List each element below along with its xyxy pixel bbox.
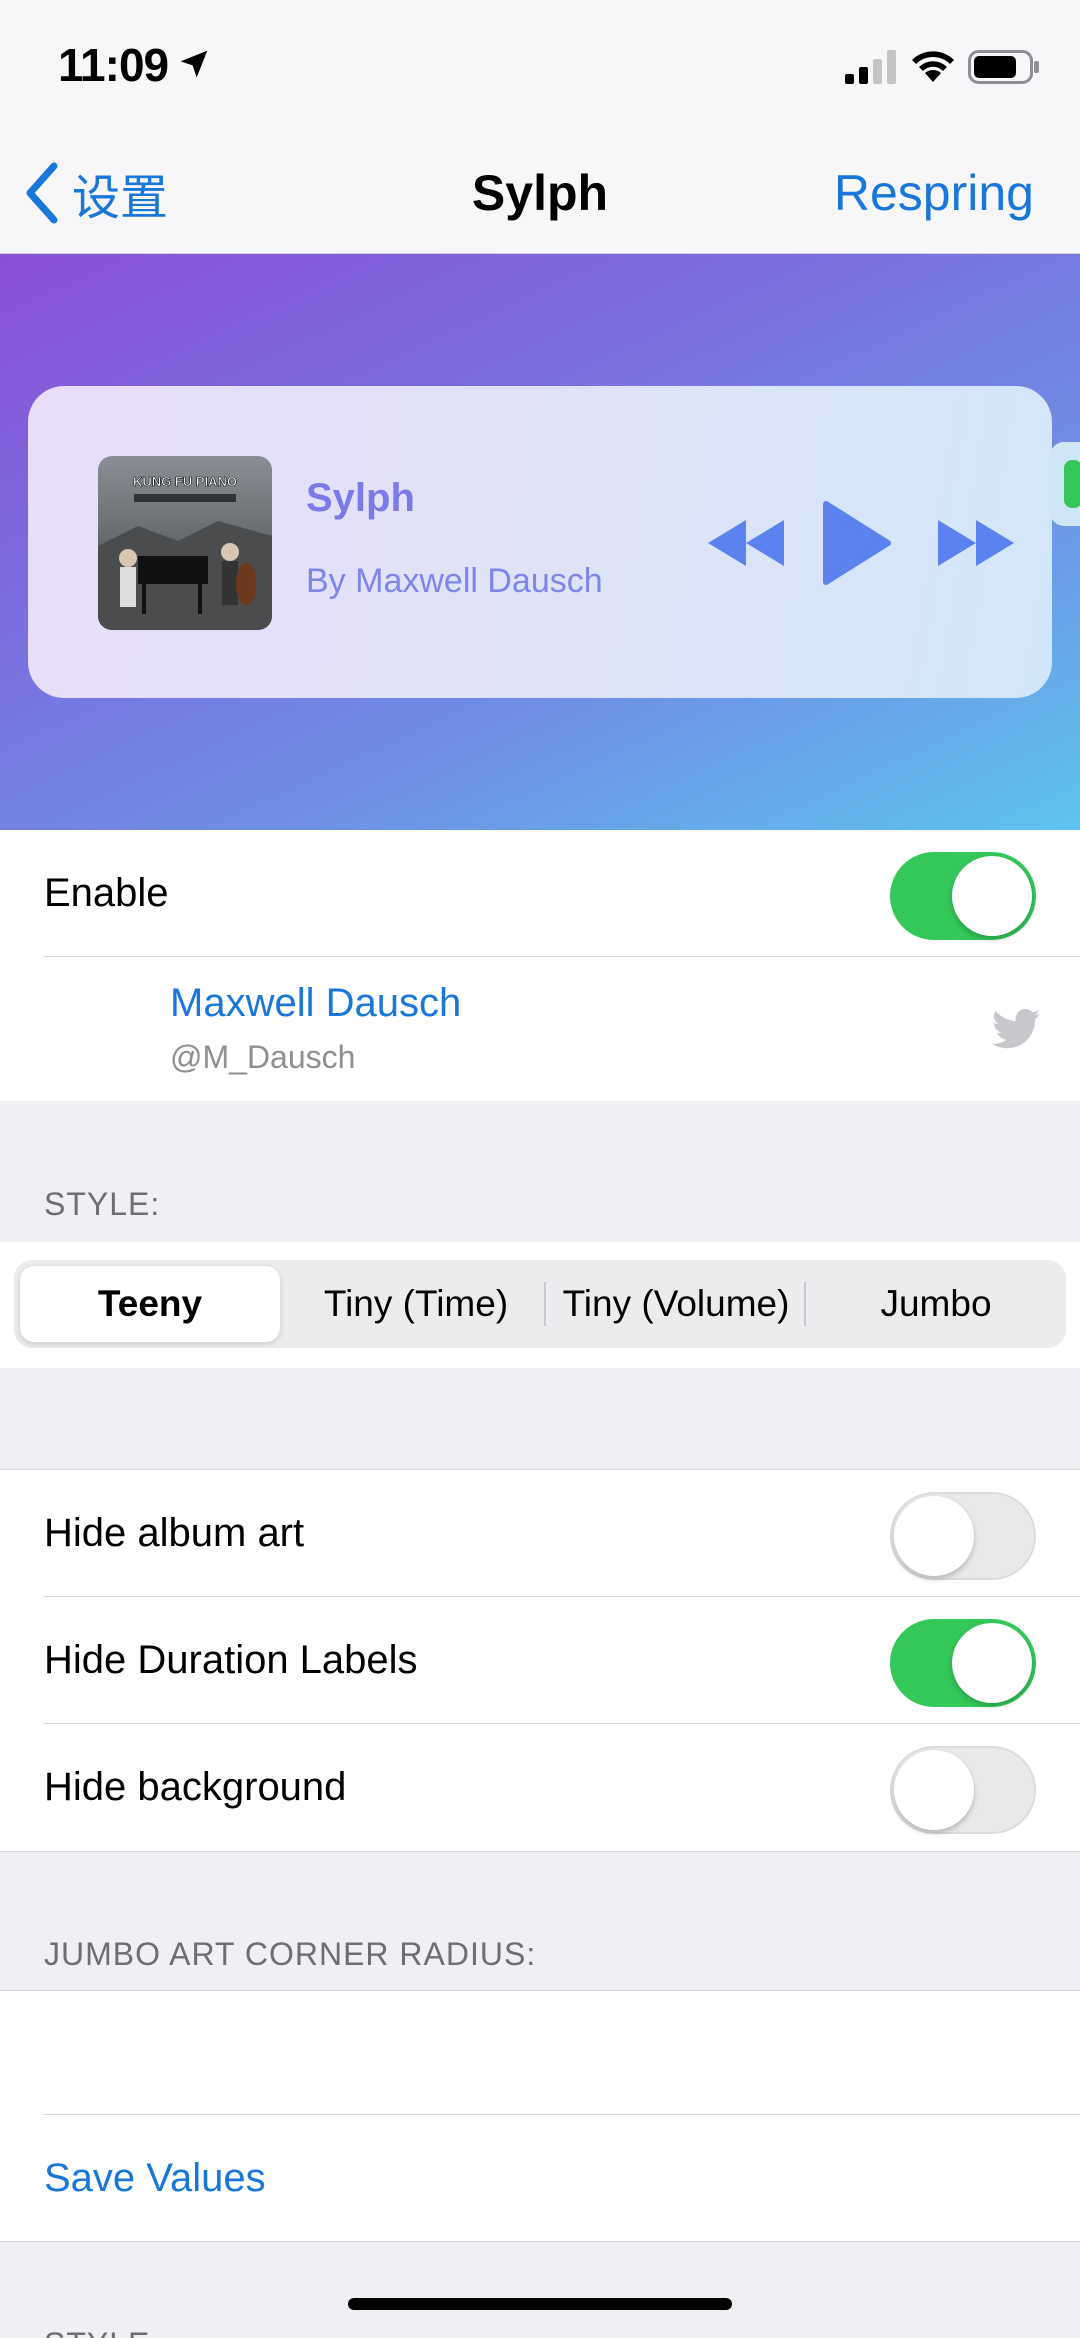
player-preview-card: KUNG FU PIANO Sylph By Maxwell Dausch — [28, 386, 1052, 698]
main-settings-group: Enable Maxwell Dausch @M_Dausch — [0, 830, 1080, 1101]
battery-icon — [968, 50, 1039, 84]
header-banner: KUNG FU PIANO Sylph By Maxwell Dausch — [0, 254, 1080, 830]
style-section-header: STYLE: — [44, 1186, 161, 1222]
hide-background-cell: Hide background — [0, 1724, 1080, 1851]
corner-radius-slider-cell[interactable] — [0, 1991, 1080, 2115]
location-arrow-icon — [180, 50, 208, 78]
author-handle: @M_Dausch — [170, 1039, 356, 1075]
style-segmented-control: Teeny Tiny (Time) Tiny (Volume) Jumbo — [14, 1260, 1066, 1348]
corner-radius-section-header: JUMBO ART CORNER RADIUS: — [44, 1936, 537, 1972]
album-art-image: KUNG FU PIANO — [98, 456, 272, 630]
album-art-text: KUNG FU PIANO — [133, 474, 237, 489]
hide-album-art-cell: Hide album art — [0, 1470, 1080, 1597]
segment-teeny[interactable]: Teeny — [20, 1266, 280, 1342]
hide-background-label: Hide background — [44, 1765, 347, 1809]
hide-background-switch[interactable] — [890, 1746, 1036, 1834]
enable-label: Enable — [44, 871, 169, 915]
home-indicator[interactable] — [348, 2298, 732, 2310]
song-artist: By Maxwell Dausch — [306, 562, 603, 600]
segment-tiny-time-label: Tiny (Time) — [323, 1283, 509, 1324]
hide-duration-labels-switch[interactable] — [890, 1619, 1036, 1707]
segment-tiny-time[interactable]: Tiny (Time) — [286, 1260, 546, 1348]
save-values-button[interactable]: Save Values — [44, 2115, 266, 2241]
cellular-signal-icon — [845, 50, 896, 84]
toggles-group: Hide album art Hide Duration Labels Hide… — [0, 1469, 1080, 1852]
author-cell[interactable]: Maxwell Dausch @M_Dausch — [0, 957, 1080, 1101]
enable-switch[interactable] — [890, 852, 1036, 940]
rewind-icon[interactable] — [704, 498, 788, 588]
segment-tiny-volume[interactable]: Tiny (Volume) — [546, 1260, 806, 1348]
twitter-icon — [992, 1009, 1040, 1049]
hide-album-art-switch[interactable] — [890, 1492, 1036, 1580]
play-icon[interactable] — [820, 498, 892, 588]
album-art: KUNG FU PIANO — [98, 456, 272, 630]
navigation-bar: 设置 Sylph Respring — [0, 130, 1080, 254]
segment-tiny-volume-label: Tiny (Volume) — [562, 1283, 790, 1324]
save-values-cell[interactable]: Save Values — [0, 2115, 1080, 2241]
enable-cell: Enable — [0, 830, 1080, 957]
hide-duration-labels-label: Hide Duration Labels — [44, 1638, 418, 1682]
status-time: 11:09 — [58, 39, 169, 91]
hide-album-art-label: Hide album art — [44, 1511, 305, 1555]
side-tab — [1050, 442, 1080, 526]
respring-button[interactable]: Respring — [834, 164, 1034, 222]
song-title: Sylph — [306, 476, 415, 520]
wifi-icon — [912, 51, 954, 82]
author-name: Maxwell Dausch — [170, 981, 462, 1025]
segment-jumbo[interactable]: Jumbo — [806, 1260, 1066, 1348]
next-section-header: STYLE: — [44, 2326, 160, 2338]
hide-duration-labels-cell: Hide Duration Labels — [0, 1597, 1080, 1724]
style-selector-cell: Teeny Tiny (Time) Tiny (Volume) Jumbo — [0, 1242, 1080, 1368]
status-bar: 11:09 — [0, 0, 1080, 130]
corner-radius-group: Save Values — [0, 1990, 1080, 2242]
fast-forward-icon[interactable] — [934, 498, 1018, 588]
